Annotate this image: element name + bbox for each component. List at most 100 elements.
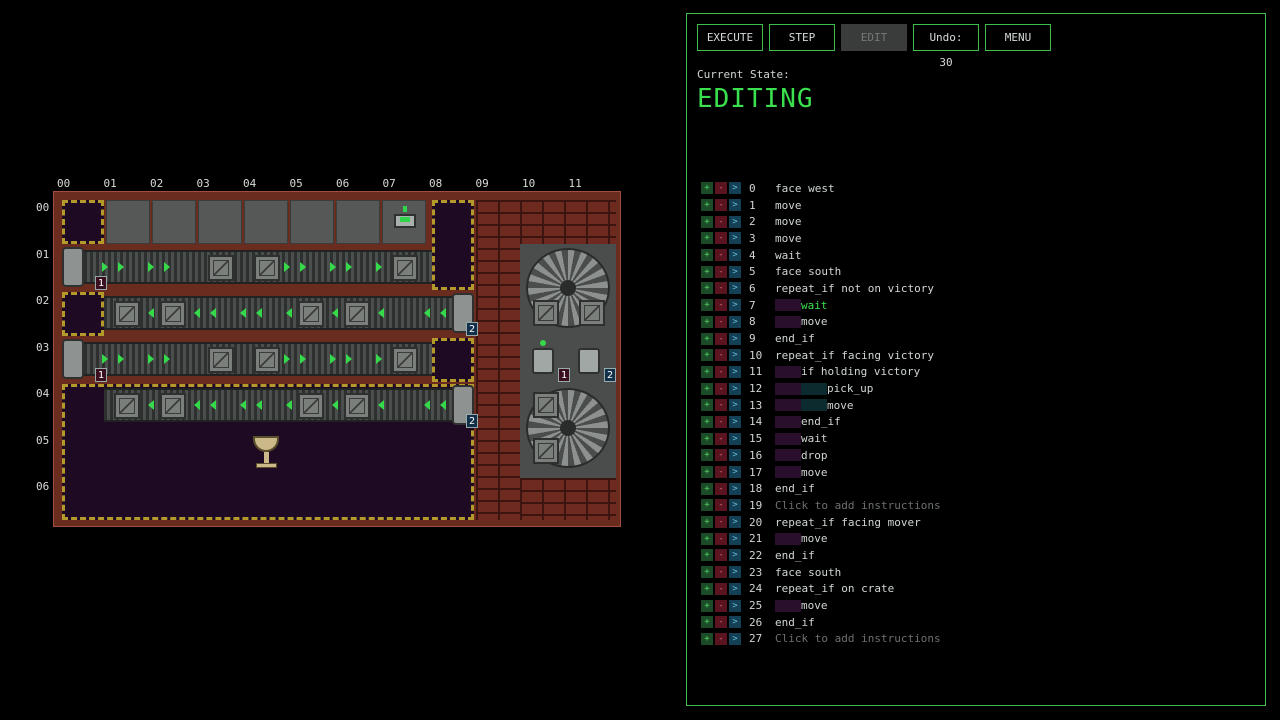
add-instruction-button[interactable]: + (701, 415, 713, 428)
add-instruction-button[interactable]: + (701, 632, 713, 645)
instruction-line[interactable]: + - >8 move (701, 314, 941, 331)
remove-instruction-button[interactable]: - (715, 282, 727, 295)
goto-instruction-button[interactable]: > (729, 466, 741, 479)
remove-instruction-button[interactable]: - (715, 516, 727, 529)
goto-instruction-button[interactable]: > (729, 549, 741, 562)
remove-instruction-button[interactable]: - (715, 582, 727, 595)
instruction-line[interactable]: + - >2 move (701, 213, 941, 230)
instruction-line[interactable]: + - >7 wait (701, 297, 941, 314)
instruction-line[interactable]: + - >27 Click to add instructions (701, 631, 941, 648)
add-instruction-hint[interactable]: Click to add instructions (775, 499, 941, 512)
add-instruction-button[interactable]: + (701, 599, 713, 612)
add-instruction-button[interactable]: + (701, 549, 713, 562)
goto-instruction-button[interactable]: > (729, 249, 741, 262)
goto-instruction-button[interactable]: > (729, 382, 741, 395)
goto-instruction-button[interactable]: > (729, 282, 741, 295)
remove-instruction-button[interactable]: - (715, 532, 727, 545)
instruction-line[interactable]: + - >3 move (701, 230, 941, 247)
execute-button[interactable]: EXECUTE (697, 24, 763, 51)
instruction-line[interactable]: + - >16 drop (701, 447, 941, 464)
remove-instruction-button[interactable]: - (715, 232, 727, 245)
instruction-line[interactable]: + - >17 move (701, 464, 941, 481)
goto-instruction-button[interactable]: > (729, 449, 741, 462)
goto-instruction-button[interactable]: > (729, 582, 741, 595)
add-instruction-button[interactable]: + (701, 516, 713, 529)
add-instruction-button[interactable]: + (701, 399, 713, 412)
goto-instruction-button[interactable]: > (729, 215, 741, 228)
remove-instruction-button[interactable]: - (715, 265, 727, 278)
instruction-line[interactable]: + - >11 if holding victory (701, 364, 941, 381)
instruction-line[interactable]: + - >15 wait (701, 430, 941, 447)
goto-instruction-button[interactable]: > (729, 332, 741, 345)
instruction-line[interactable]: + - >24 repeat_if on crate (701, 581, 941, 598)
remove-instruction-button[interactable]: - (715, 449, 727, 462)
goto-instruction-button[interactable]: > (729, 265, 741, 278)
goto-instruction-button[interactable]: > (729, 599, 741, 612)
instruction-line[interactable]: + - >10 repeat_if facing victory (701, 347, 941, 364)
remove-instruction-button[interactable]: - (715, 499, 727, 512)
remove-instruction-button[interactable]: - (715, 365, 727, 378)
goto-instruction-button[interactable]: > (729, 516, 741, 529)
remove-instruction-button[interactable]: - (715, 432, 727, 445)
goto-instruction-button[interactable]: > (729, 532, 741, 545)
goto-instruction-button[interactable]: > (729, 199, 741, 212)
instruction-line[interactable]: + - >6 repeat_if not on victory (701, 280, 941, 297)
add-instruction-button[interactable]: + (701, 482, 713, 495)
remove-instruction-button[interactable]: - (715, 182, 727, 195)
remove-instruction-button[interactable]: - (715, 599, 727, 612)
goto-instruction-button[interactable]: > (729, 415, 741, 428)
remove-instruction-button[interactable]: - (715, 215, 727, 228)
goto-instruction-button[interactable]: > (729, 315, 741, 328)
remove-instruction-button[interactable]: - (715, 332, 727, 345)
instruction-line[interactable]: + - >1 move (701, 197, 941, 214)
add-instruction-button[interactable]: + (701, 299, 713, 312)
add-instruction-hint[interactable]: Click to add instructions (775, 632, 941, 645)
add-instruction-button[interactable]: + (701, 499, 713, 512)
goto-instruction-button[interactable]: > (729, 482, 741, 495)
instruction-line[interactable]: + - >18 end_if (701, 480, 941, 497)
goto-instruction-button[interactable]: > (729, 232, 741, 245)
menu-button[interactable]: MENU (985, 24, 1051, 51)
add-instruction-button[interactable]: + (701, 265, 713, 278)
instruction-line[interactable]: + - >9 end_if (701, 330, 941, 347)
add-instruction-button[interactable]: + (701, 566, 713, 579)
instruction-line[interactable]: + - >26 end_if (701, 614, 941, 631)
add-instruction-button[interactable]: + (701, 616, 713, 629)
goto-instruction-button[interactable]: > (729, 432, 741, 445)
add-instruction-button[interactable]: + (701, 365, 713, 378)
remove-instruction-button[interactable]: - (715, 482, 727, 495)
remove-instruction-button[interactable]: - (715, 399, 727, 412)
goto-instruction-button[interactable]: > (729, 616, 741, 629)
add-instruction-button[interactable]: + (701, 332, 713, 345)
add-instruction-button[interactable]: + (701, 249, 713, 262)
remove-instruction-button[interactable]: - (715, 632, 727, 645)
remove-instruction-button[interactable]: - (715, 382, 727, 395)
instruction-line[interactable]: + - >19 Click to add instructions (701, 497, 941, 514)
goto-instruction-button[interactable]: > (729, 399, 741, 412)
instruction-line[interactable]: + - >14 end_if (701, 414, 941, 431)
instruction-line[interactable]: + - >13 move (701, 397, 941, 414)
goto-instruction-button[interactable]: > (729, 365, 741, 378)
add-instruction-button[interactable]: + (701, 466, 713, 479)
add-instruction-button[interactable]: + (701, 349, 713, 362)
add-instruction-button[interactable]: + (701, 582, 713, 595)
add-instruction-button[interactable]: + (701, 315, 713, 328)
instruction-line[interactable]: + - >5 face south (701, 263, 941, 280)
goto-instruction-button[interactable]: > (729, 182, 741, 195)
add-instruction-button[interactable]: + (701, 215, 713, 228)
instruction-line[interactable]: + - >20 repeat_if facing mover (701, 514, 941, 531)
level-grid[interactable]: 1 2 1 2 1 2 (53, 191, 621, 527)
instruction-line[interactable]: + - >12 pick_up (701, 380, 941, 397)
instruction-line[interactable]: + - >25 move (701, 597, 941, 614)
instruction-line[interactable]: + - >23 face south (701, 564, 941, 581)
add-instruction-button[interactable]: + (701, 382, 713, 395)
goto-instruction-button[interactable]: > (729, 349, 741, 362)
remove-instruction-button[interactable]: - (715, 415, 727, 428)
remove-instruction-button[interactable]: - (715, 566, 727, 579)
edit-button[interactable]: EDIT (841, 24, 907, 51)
add-instruction-button[interactable]: + (701, 532, 713, 545)
add-instruction-button[interactable]: + (701, 449, 713, 462)
remove-instruction-button[interactable]: - (715, 549, 727, 562)
instruction-line[interactable]: + - >0 face west (701, 180, 941, 197)
goto-instruction-button[interactable]: > (729, 566, 741, 579)
